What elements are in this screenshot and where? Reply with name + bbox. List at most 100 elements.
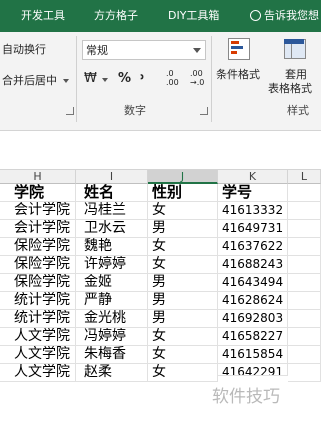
number-format-dropdown[interactable]: 常规 bbox=[82, 40, 206, 60]
increase-decimal-button[interactable]: .0 .00 bbox=[166, 69, 179, 87]
table-row: 人文学院 冯婷婷 女 41658227 bbox=[0, 328, 321, 346]
cell[interactable] bbox=[288, 292, 321, 310]
cell[interactable]: 41649731 bbox=[218, 220, 288, 238]
cell[interactable] bbox=[288, 364, 321, 382]
column-header-h[interactable]: H bbox=[0, 170, 76, 184]
cell[interactable] bbox=[288, 328, 321, 346]
cell[interactable]: 女 bbox=[148, 328, 218, 346]
cell[interactable]: 许婷婷 bbox=[76, 256, 148, 274]
column-header-l[interactable]: L bbox=[288, 170, 321, 184]
cell[interactable]: 人文学院 bbox=[0, 346, 76, 364]
cell[interactable]: 女 bbox=[148, 202, 218, 220]
wrap-text-button[interactable]: 自动换行 bbox=[2, 43, 46, 56]
table-row: 会计学院 卫水云 男 41649731 bbox=[0, 220, 321, 238]
cell[interactable]: 男 bbox=[148, 274, 218, 292]
cell[interactable]: 女 bbox=[148, 256, 218, 274]
tab-developer[interactable]: 开发工具 bbox=[21, 9, 65, 23]
conditional-format-icon[interactable] bbox=[225, 36, 251, 62]
column-header-j[interactable]: J bbox=[148, 170, 218, 184]
table-row: 保险学院 魏艳 女 41637622 bbox=[0, 238, 321, 256]
table-row: 学院 姓名 性别 学号 bbox=[0, 184, 321, 202]
cell[interactable]: 41642291 bbox=[218, 364, 288, 376]
cell[interactable]: 人文学院 bbox=[0, 328, 76, 346]
cell[interactable]: 保险学院 bbox=[0, 256, 76, 274]
cell[interactable] bbox=[288, 274, 321, 292]
ribbon: 自动换行 合并后居中 常规 ₩ % ᠈ .0 .00 .00 →.0 数字 条件… bbox=[0, 32, 321, 131]
cell[interactable] bbox=[288, 256, 321, 274]
table-format-label-2[interactable]: 表格格式 bbox=[268, 82, 312, 95]
currency-caret-icon[interactable] bbox=[102, 78, 108, 82]
column-header-i[interactable]: I bbox=[76, 170, 148, 184]
cell[interactable] bbox=[288, 202, 321, 220]
lightbulb-icon bbox=[250, 10, 261, 21]
cell[interactable]: 金姬 bbox=[76, 274, 148, 292]
cell[interactable]: 人文学院 bbox=[0, 364, 76, 382]
cell[interactable]: 女 bbox=[148, 346, 218, 364]
cell[interactable]: 冯婷婷 bbox=[76, 328, 148, 346]
table-format-icon[interactable] bbox=[281, 36, 307, 62]
tell-me-search[interactable]: 告诉我您想 bbox=[264, 9, 319, 23]
cell[interactable]: 姓名 bbox=[76, 184, 148, 202]
conditional-format-button[interactable]: 条件格式 bbox=[216, 68, 260, 81]
decrease-decimal-button[interactable]: .00 →.0 bbox=[190, 69, 204, 87]
merge-center-button[interactable]: 合并后居中 bbox=[2, 74, 57, 87]
cell[interactable]: 学号 bbox=[218, 184, 288, 202]
cell[interactable]: 女 bbox=[148, 238, 218, 256]
table-row: 保险学院 许婷婷 女 41688243 bbox=[0, 256, 321, 274]
table-row: 保险学院 金姬 男 41643494 bbox=[0, 274, 321, 292]
ribbon-tab-bar: 开发工具 方方格子 DIY工具箱 告诉我您想 bbox=[0, 0, 321, 32]
cell[interactable]: 保险学院 bbox=[0, 238, 76, 256]
cell[interactable]: 金光桃 bbox=[76, 310, 148, 328]
merge-dropdown-caret-icon[interactable] bbox=[63, 79, 69, 83]
group-divider bbox=[76, 36, 77, 122]
table-row: 人文学院 赵柔 女 41642291 bbox=[0, 364, 321, 382]
cell[interactable] bbox=[288, 238, 321, 256]
cell[interactable]: 冯桂兰 bbox=[76, 202, 148, 220]
group-divider bbox=[211, 36, 212, 122]
cell[interactable]: 41615854 bbox=[218, 346, 288, 364]
table-row: 统计学院 金光桃 男 41692803 bbox=[0, 310, 321, 328]
cell[interactable]: 朱梅香 bbox=[76, 346, 148, 364]
cell[interactable]: 男 bbox=[148, 310, 218, 328]
cell[interactable]: 女 bbox=[148, 364, 218, 382]
cell[interactable]: 41637622 bbox=[218, 238, 288, 256]
tab-fangfang-grid[interactable]: 方方格子 bbox=[94, 9, 138, 23]
cell[interactable]: 男 bbox=[148, 220, 218, 238]
alignment-dialog-launcher-icon[interactable] bbox=[66, 107, 74, 115]
percent-style-button[interactable]: % bbox=[118, 72, 131, 85]
cell[interactable]: 41628624 bbox=[218, 292, 288, 310]
cell[interactable]: 41613332 bbox=[218, 202, 288, 220]
number-group-label: 数字 bbox=[124, 104, 146, 117]
cell[interactable] bbox=[288, 184, 321, 202]
cell[interactable]: 41658227 bbox=[218, 328, 288, 346]
cell[interactable]: 会计学院 bbox=[0, 220, 76, 238]
number-dialog-launcher-icon[interactable] bbox=[200, 107, 208, 115]
cell[interactable] bbox=[288, 220, 321, 238]
cell[interactable]: 赵柔 bbox=[76, 364, 148, 382]
cell[interactable]: 会计学院 bbox=[0, 202, 76, 220]
tab-diy-toolbox[interactable]: DIY工具箱 bbox=[168, 9, 219, 23]
cell[interactable]: 魏艳 bbox=[76, 238, 148, 256]
cell[interactable]: 41692803 bbox=[218, 310, 288, 328]
cell[interactable]: 41643494 bbox=[218, 274, 288, 292]
comma-style-button[interactable]: ᠈ bbox=[140, 72, 144, 85]
watermark-text: 软件技巧 bbox=[212, 387, 280, 407]
cell[interactable]: 41688243 bbox=[218, 256, 288, 274]
column-header-k[interactable]: K bbox=[218, 170, 288, 184]
cell[interactable]: 统计学院 bbox=[0, 292, 76, 310]
cell[interactable]: 统计学院 bbox=[0, 310, 76, 328]
cell[interactable]: 保险学院 bbox=[0, 274, 76, 292]
cell[interactable]: 男 bbox=[148, 292, 218, 310]
cell[interactable] bbox=[288, 310, 321, 328]
cell[interactable]: 学院 bbox=[0, 184, 76, 202]
formula-bar-area bbox=[0, 131, 321, 170]
cell[interactable] bbox=[288, 346, 321, 364]
table-row: 人文学院 朱梅香 女 41615854 bbox=[0, 346, 321, 364]
styles-group-label: 样式 bbox=[287, 104, 309, 117]
cell[interactable]: 性别 bbox=[148, 184, 218, 202]
cell[interactable]: 严静 bbox=[76, 292, 148, 310]
cell[interactable]: 卫水云 bbox=[76, 220, 148, 238]
currency-format-button[interactable]: ₩ bbox=[84, 72, 97, 85]
table-format-label-1[interactable]: 套用 bbox=[285, 68, 307, 81]
number-format-value: 常规 bbox=[86, 44, 108, 57]
